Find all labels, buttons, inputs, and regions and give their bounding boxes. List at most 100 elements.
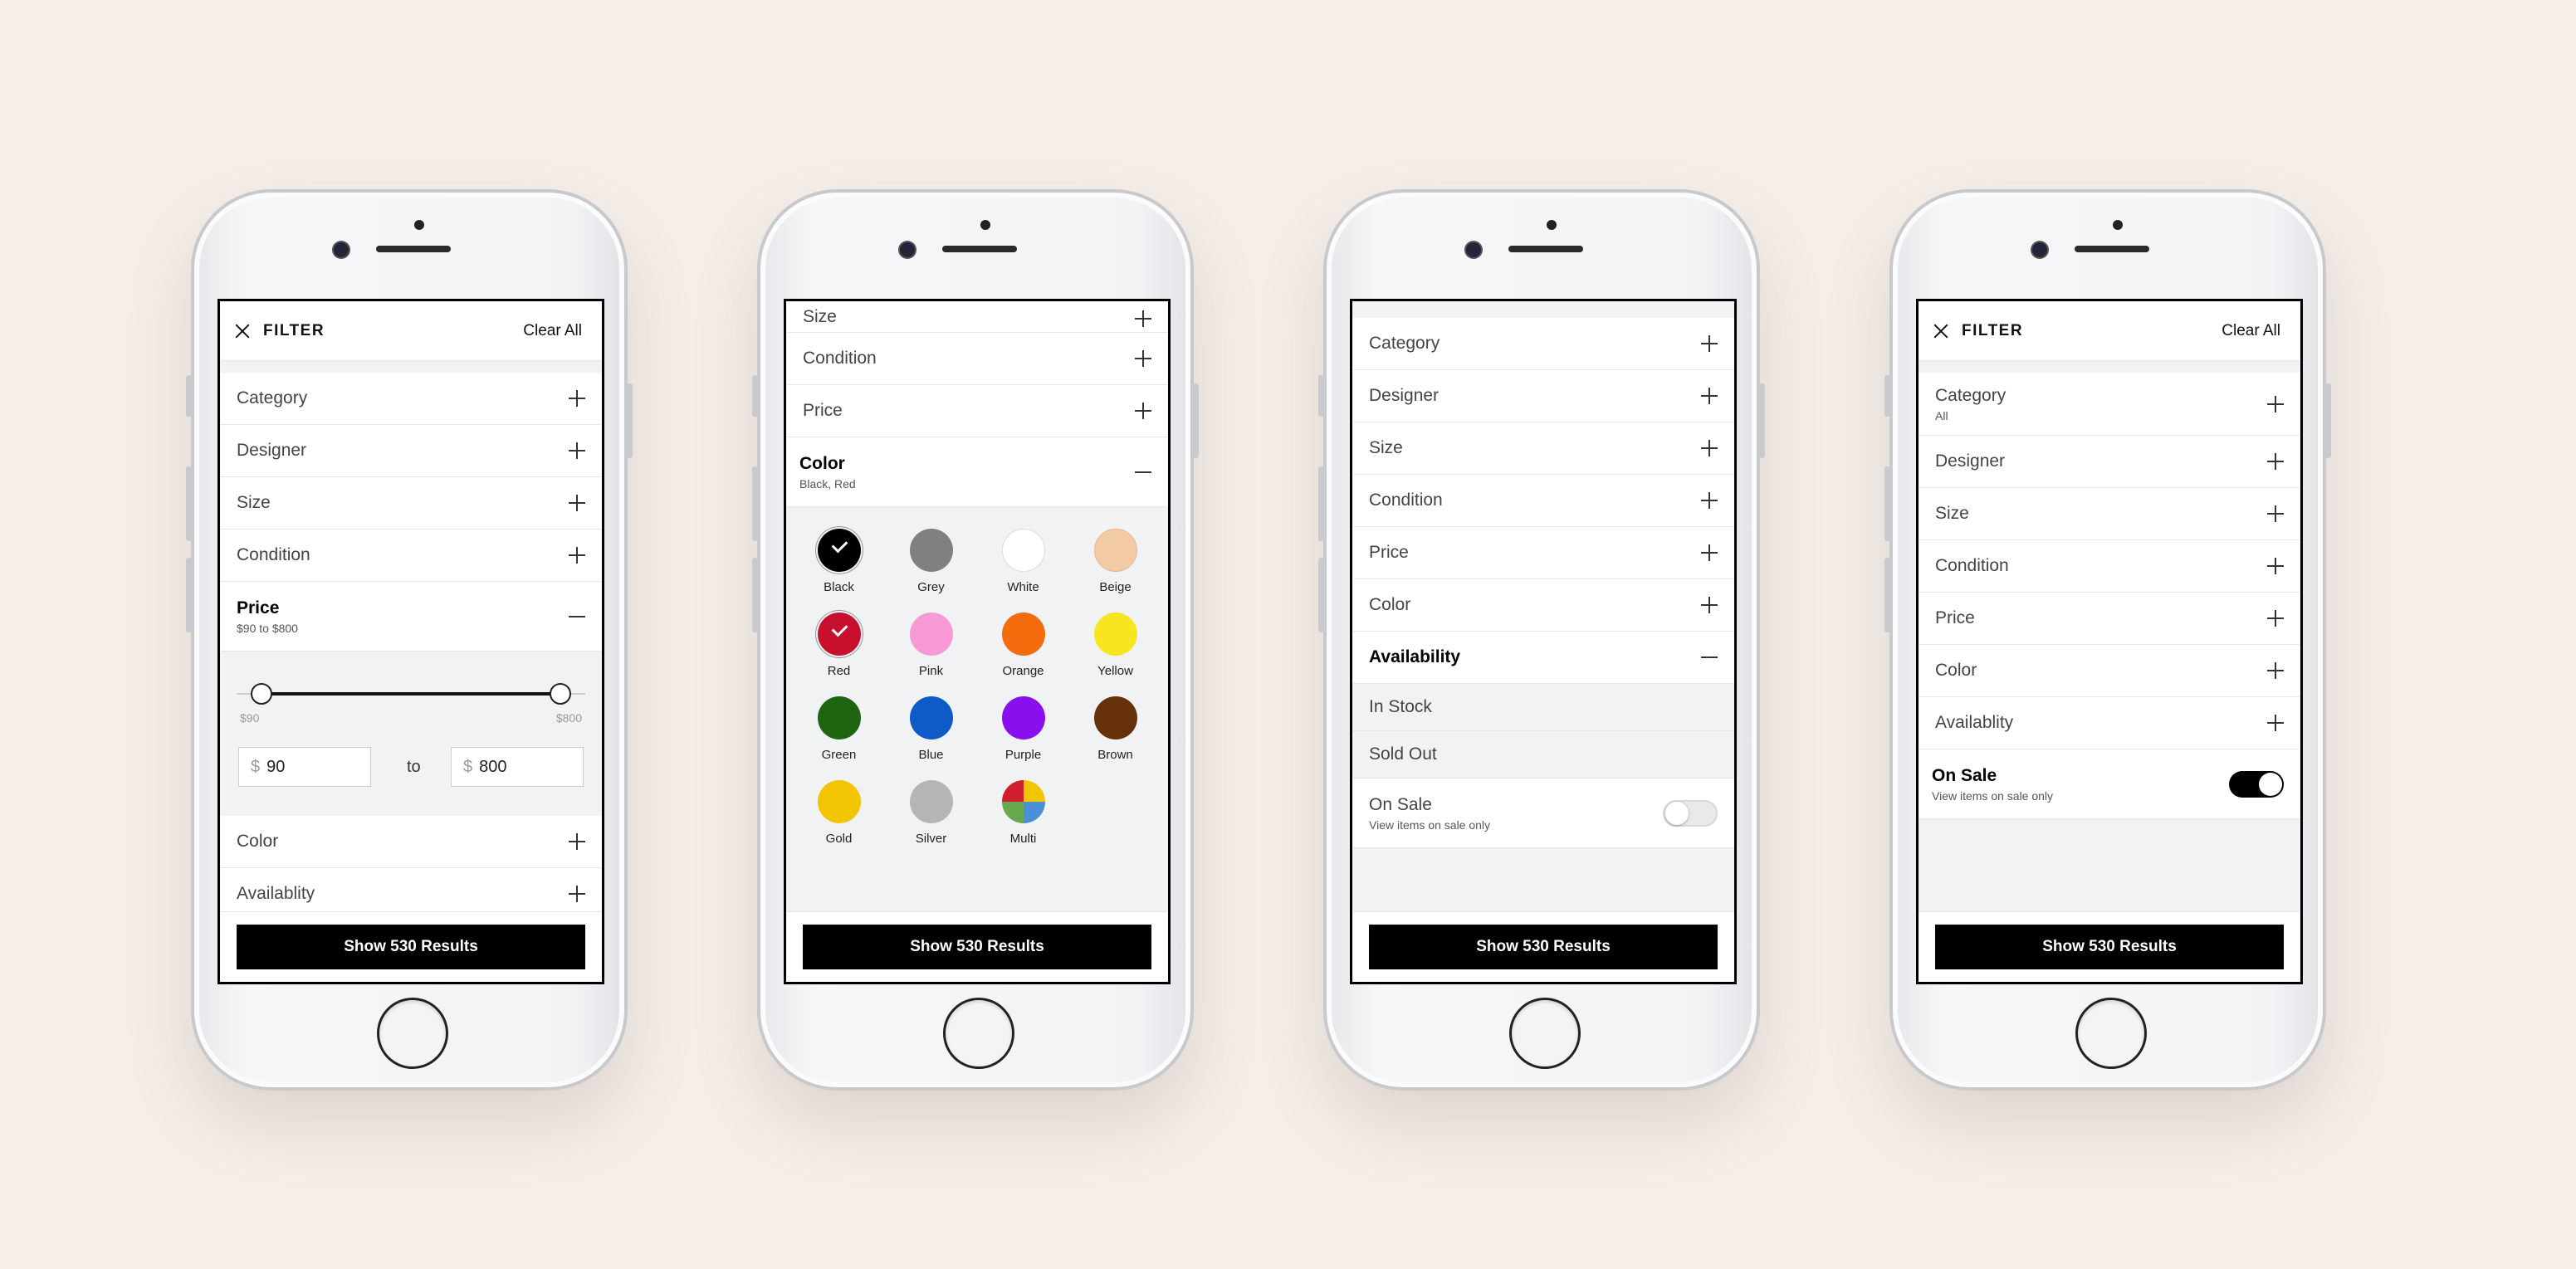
show-results-button[interactable]: Show 530 Results xyxy=(1935,925,2284,969)
color-swatch-red[interactable]: Red xyxy=(793,613,885,678)
color-swatch-orange[interactable]: Orange xyxy=(977,613,1069,678)
filter-row-size[interactable]: Size xyxy=(1919,488,2300,540)
filter-row-category[interactable]: Category xyxy=(220,373,602,425)
row-label: Condition xyxy=(1369,491,1443,510)
filter-row-availability[interactable]: Availability xyxy=(1352,632,1734,684)
filter-row-price[interactable]: Price $90 to $800 xyxy=(220,582,602,652)
volume-down-button xyxy=(1884,558,1890,632)
color-swatch-label: Green xyxy=(821,748,857,762)
price-min-input[interactable]: $90 xyxy=(238,747,371,787)
show-results-button[interactable]: Show 530 Results xyxy=(803,925,1151,969)
filter-row-color[interactable]: Color xyxy=(1352,579,1734,632)
filter-row-color[interactable]: Color xyxy=(220,816,602,868)
color-swatch-label: Black xyxy=(824,580,854,594)
filter-header: FILTER Clear All xyxy=(1919,301,2300,361)
color-swatch-label: Pink xyxy=(918,664,944,678)
price-panel: $90 $800 $90 to $800 xyxy=(220,652,602,816)
color-panel: Black Grey White Beige Red Pink Orange Yellow Gr… xyxy=(786,507,1168,914)
color-swatch-brown[interactable]: Brown xyxy=(1069,696,1161,762)
filter-row-condition[interactable]: Condition xyxy=(1919,540,2300,593)
plus-icon xyxy=(569,442,585,459)
color-swatch-blue[interactable]: Blue xyxy=(885,696,977,762)
plus-icon xyxy=(2267,395,2284,412)
sensor xyxy=(1466,242,1481,257)
sensor xyxy=(900,242,915,257)
color-swatch-beige[interactable]: Beige xyxy=(1069,529,1161,594)
plus-icon xyxy=(569,390,585,407)
filter-row-size[interactable]: Size xyxy=(1352,422,1734,475)
show-results-button[interactable]: Show 530 Results xyxy=(1369,925,1718,969)
filter-row-color[interactable]: Color xyxy=(1919,645,2300,697)
power-button xyxy=(1193,383,1199,458)
color-dot xyxy=(909,613,953,656)
color-swatch-green[interactable]: Green xyxy=(793,696,885,762)
filter-row-availability[interactable]: Availablity xyxy=(1919,697,2300,749)
mute-switch xyxy=(752,375,758,417)
filter-footer: Show 530 Results xyxy=(220,911,602,982)
plus-icon xyxy=(569,547,585,564)
filter-row-category[interactable]: Category All xyxy=(1919,373,2300,436)
color-swatch-label: Brown xyxy=(1097,748,1133,762)
filter-row-designer[interactable]: Designer xyxy=(1919,436,2300,488)
on-sale-label: On Sale xyxy=(1369,794,1432,814)
plus-icon xyxy=(1701,388,1718,404)
filter-row-size[interactable]: Size xyxy=(786,301,1168,333)
show-results-button[interactable]: Show 530 Results xyxy=(237,925,585,969)
filter-row-price[interactable]: Price xyxy=(1352,527,1734,579)
filter-row-condition[interactable]: Condition xyxy=(786,333,1168,385)
row-label: Condition xyxy=(1935,556,2009,575)
filter-row-designer[interactable]: Designer xyxy=(220,425,602,477)
color-dot xyxy=(1001,613,1045,656)
clear-all-button[interactable]: Clear All xyxy=(523,322,582,340)
color-swatch-label: Gold xyxy=(825,832,853,846)
volume-down-button xyxy=(186,558,192,632)
color-swatch-black[interactable]: Black xyxy=(793,529,885,594)
filter-row-color[interactable]: Color Black, Red xyxy=(786,437,1168,507)
row-label: Availability xyxy=(1369,647,1461,666)
front-camera xyxy=(980,220,990,230)
color-swatch-pink[interactable]: Pink xyxy=(885,613,977,678)
color-swatch-purple[interactable]: Purple xyxy=(977,696,1069,762)
filter-row-size[interactable]: Size xyxy=(220,477,602,530)
close-icon[interactable] xyxy=(1932,322,1950,340)
filter-header: FILTER Clear All xyxy=(220,301,602,361)
color-swatch-silver[interactable]: Silver xyxy=(885,780,977,846)
clear-all-button[interactable]: Clear All xyxy=(2222,322,2280,340)
filter-row-condition[interactable]: Condition xyxy=(220,530,602,582)
color-swatch-grey[interactable]: Grey xyxy=(885,529,977,594)
availability-option-in-stock[interactable]: In Stock xyxy=(1352,684,1734,731)
on-sale-toggle[interactable] xyxy=(2229,770,2284,798)
phone-availability-filter: Category Designer Size Condition Price C… xyxy=(1318,189,1765,1091)
availability-option-sold-out[interactable]: Sold Out xyxy=(1352,731,1734,778)
minus-icon xyxy=(1701,649,1718,666)
color-dot xyxy=(909,529,953,572)
price-max-handle[interactable] xyxy=(550,683,571,705)
filter-row-category[interactable]: Category xyxy=(1352,318,1734,370)
color-swatch-multi[interactable]: Multi xyxy=(977,780,1069,846)
sensor xyxy=(334,242,349,257)
row-label: Designer xyxy=(1935,451,2006,471)
row-label: Color xyxy=(799,453,845,473)
close-icon[interactable] xyxy=(233,322,252,340)
plus-icon xyxy=(2267,715,2284,731)
row-label: Category xyxy=(1935,385,2007,405)
filter-row-price[interactable]: Price xyxy=(786,385,1168,437)
row-label: Category xyxy=(1369,334,1440,353)
volume-up-button xyxy=(752,466,758,541)
price-min-handle[interactable] xyxy=(251,683,272,705)
color-swatch-gold[interactable]: Gold xyxy=(793,780,885,846)
filter-footer: Show 530 Results xyxy=(1919,911,2300,982)
minus-icon xyxy=(1135,464,1151,481)
on-sale-subtitle: View items on sale only xyxy=(1369,818,1491,832)
row-label: Color xyxy=(1935,661,1977,680)
filter-row-condition[interactable]: Condition xyxy=(1352,475,1734,527)
row-label: Price xyxy=(803,401,843,420)
filter-row-designer[interactable]: Designer xyxy=(1352,370,1734,422)
color-swatch-white[interactable]: White xyxy=(977,529,1069,594)
filter-row-price[interactable]: Price xyxy=(1919,593,2300,645)
color-swatch-yellow[interactable]: Yellow xyxy=(1069,613,1161,678)
home-button xyxy=(1509,998,1581,1069)
plus-icon xyxy=(2267,558,2284,574)
price-max-input[interactable]: $800 xyxy=(451,747,584,787)
on-sale-toggle[interactable] xyxy=(1663,799,1718,827)
